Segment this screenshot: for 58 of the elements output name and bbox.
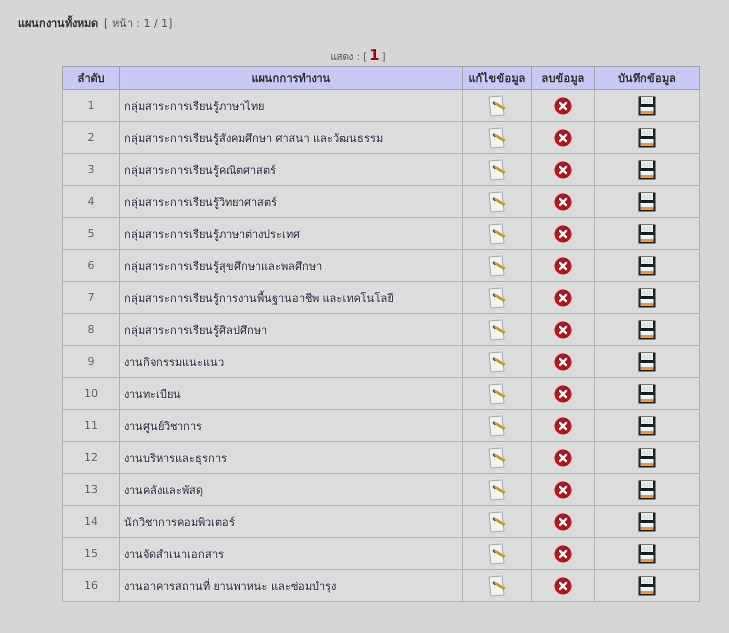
department-name: กลุ่มสาระการเรียนรู้วิทยาศาสตร์ [120,186,462,218]
row-number: 7 [62,282,120,314]
delete-icon[interactable] [554,128,572,146]
delete-icon[interactable] [554,416,572,434]
row-number: 15 [62,538,120,570]
row-number: 16 [62,570,120,602]
delete-icon[interactable] [554,96,572,114]
row-number: 12 [62,442,120,474]
pager-label: แสดง : [ [330,51,368,64]
delete-icon[interactable] [554,544,572,562]
department-name: งานศูนย์วิชาการ [120,410,462,442]
row-number: 9 [62,346,120,378]
department-name: กลุ่มสาระการเรียนรู้ศิลปศึกษา [120,314,462,346]
delete-icon[interactable] [554,224,572,242]
department-name: งานกิจกรรมแนะแนว [120,346,462,378]
column-header: แผนกการทำงาน [120,66,462,90]
delete-icon[interactable] [554,320,572,338]
delete-icon[interactable] [554,160,572,178]
page-info: [ หน้า : 1 / 1] [104,16,172,32]
department-name: กลุ่มสาระการเรียนรู้ภาษาต่างประเทศ [120,218,462,250]
department-name: งานอาคารสถานที่ ยานพาหนะ และซ่อมบำรุง [120,570,462,602]
delete-icon[interactable] [554,512,572,530]
department-name: กลุ่มสาระการเรียนรู้สุขศึกษาและพลศึกษา [120,250,462,282]
delete-icon[interactable] [554,192,572,210]
column-header: ลบข้อมูล [532,66,594,90]
page-link[interactable]: 1 [369,46,380,64]
page-title: แผนกงานทั้งหมด [18,14,98,32]
row-number: 14 [62,506,120,538]
department-name: กลุ่มสาระการเรียนรู้ภาษาไทย [120,90,462,122]
department-name: งานคลังและพัสดุ [120,474,462,506]
delete-icon[interactable] [554,288,572,306]
department-name: งานบริหารและธุรการ [120,442,462,474]
department-name: งานจัดสำเนาเอกสาร [120,538,462,570]
delete-icon[interactable] [554,448,572,466]
pager-bracket: ] [382,52,386,63]
delete-icon[interactable] [554,352,572,370]
department-name: นักวิชาการคอมพิวเตอร์ [120,506,462,538]
department-name: กลุ่มสาระการเรียนรู้คณิตศาสตร์ [120,154,462,186]
row-number: 8 [62,314,120,346]
row-number: 11 [62,410,120,442]
row-number: 13 [62,474,120,506]
row-number: 1 [62,90,120,122]
row-number: 6 [62,250,120,282]
row-number: 3 [62,154,120,186]
column-header: บันทึกข้อมูล [594,66,700,90]
row-number: 5 [62,218,120,250]
row-number: 4 [62,186,120,218]
column-header: แก้ไขข้อมูล [462,66,532,90]
delete-icon[interactable] [554,480,572,498]
department-name: กลุ่มสาระการเรียนรู้สังคมศึกษา ศาสนา และวัฒนธรรม [120,122,462,154]
row-number: 10 [62,378,120,410]
delete-icon[interactable] [554,256,572,274]
delete-icon[interactable] [554,384,572,402]
row-number: 2 [62,122,120,154]
department-name: งานทะเบียน [120,378,462,410]
column-header: ลำดับ [62,66,120,90]
delete-icon[interactable] [554,576,572,594]
department-name: กลุ่มสาระการเรียนรู้การงานพื้นฐานอาชีพ และเทคโนโลยี [120,282,462,314]
